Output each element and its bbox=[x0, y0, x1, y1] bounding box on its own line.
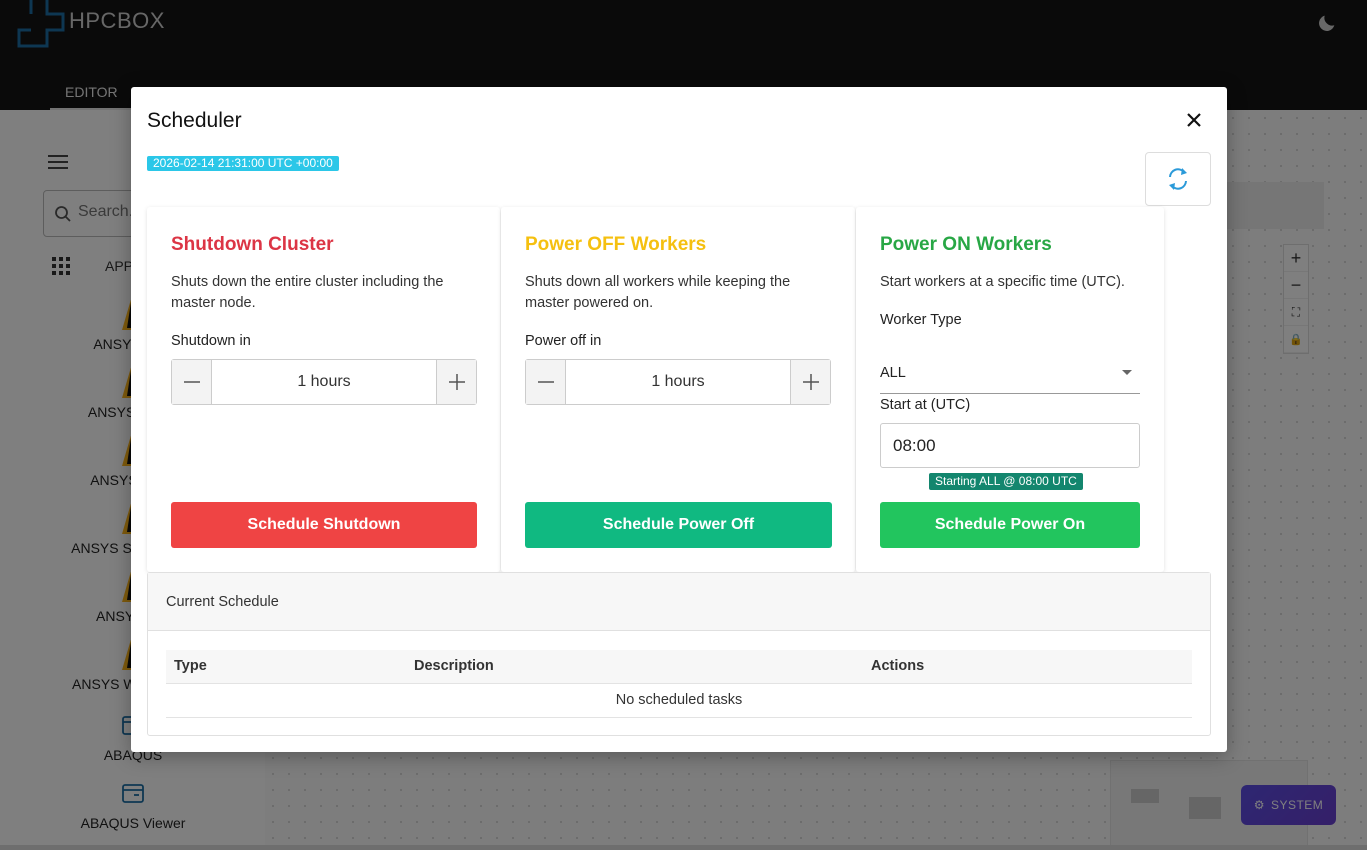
schedule-power-on-button[interactable]: Schedule Power On bbox=[880, 502, 1140, 548]
refresh-button[interactable] bbox=[1145, 152, 1211, 206]
power-off-description: Shuts down all workers while keeping the… bbox=[525, 274, 791, 311]
current-schedule-panel: Current Schedule Type Description Action… bbox=[147, 572, 1211, 736]
current-schedule-header: Current Schedule bbox=[148, 573, 1210, 631]
power-on-card: Power ON Workers Start workers at a spec… bbox=[856, 207, 1164, 572]
table-row: No scheduled tasks bbox=[166, 683, 1192, 718]
power-on-description: Start workers at a specific time (UTC). bbox=[880, 274, 1125, 290]
shutdown-card: Shutdown Cluster Shuts down the entire c… bbox=[147, 207, 500, 572]
power-off-stepper: 1 hours bbox=[525, 359, 831, 405]
increment-button[interactable] bbox=[436, 360, 476, 404]
scheduler-modal: Scheduler 2026-02-14 21:31:00 UTC +00:00… bbox=[131, 87, 1227, 752]
power-off-card: Power OFF Workers Shuts down all workers… bbox=[501, 207, 855, 572]
plus-icon bbox=[802, 374, 819, 390]
schedule-shutdown-button[interactable]: Schedule Shutdown bbox=[171, 502, 477, 548]
shutdown-hours-value[interactable]: 1 hours bbox=[212, 360, 436, 404]
dropdown-caret-icon bbox=[1122, 370, 1132, 375]
start-time-input[interactable] bbox=[880, 423, 1140, 468]
power-on-title: Power ON Workers bbox=[880, 234, 1052, 255]
decrement-button[interactable] bbox=[526, 360, 566, 404]
shutdown-title: Shutdown Cluster bbox=[171, 234, 334, 255]
power-off-in-label: Power off in bbox=[525, 333, 602, 349]
minus-icon bbox=[537, 381, 554, 383]
column-description: Description bbox=[406, 650, 863, 684]
column-type: Type bbox=[166, 650, 406, 684]
schedule-table: Type Description Actions No scheduled ta… bbox=[166, 650, 1192, 718]
table-header-row: Type Description Actions bbox=[166, 650, 1192, 684]
shutdown-in-label: Shutdown in bbox=[171, 333, 251, 349]
refresh-icon bbox=[1169, 168, 1187, 190]
worker-type-label: Worker Type bbox=[880, 312, 962, 328]
close-button[interactable] bbox=[1183, 109, 1205, 131]
timestamp-badge: 2026-02-14 21:31:00 UTC +00:00 bbox=[147, 156, 339, 171]
increment-button[interactable] bbox=[790, 360, 830, 404]
power-off-hours-value[interactable]: 1 hours bbox=[566, 360, 790, 404]
worker-type-select[interactable]: ALL bbox=[880, 350, 1140, 394]
shutdown-stepper: 1 hours bbox=[171, 359, 477, 405]
shutdown-description: Shuts down the entire cluster including … bbox=[171, 274, 444, 311]
plus-icon bbox=[448, 374, 465, 390]
minus-icon bbox=[183, 381, 200, 383]
worker-type-value: ALL bbox=[880, 365, 906, 381]
decrement-button[interactable] bbox=[172, 360, 212, 404]
modal-title: Scheduler bbox=[147, 109, 242, 132]
empty-schedule-message: No scheduled tasks bbox=[166, 683, 1192, 718]
start-at-label: Start at (UTC) bbox=[880, 397, 971, 413]
schedule-power-off-button[interactable]: Schedule Power Off bbox=[525, 502, 832, 548]
power-off-title: Power OFF Workers bbox=[525, 234, 707, 255]
column-actions: Actions bbox=[863, 650, 1192, 684]
close-icon bbox=[1187, 113, 1201, 127]
start-status-badge: Starting ALL @ 08:00 UTC bbox=[929, 473, 1083, 490]
